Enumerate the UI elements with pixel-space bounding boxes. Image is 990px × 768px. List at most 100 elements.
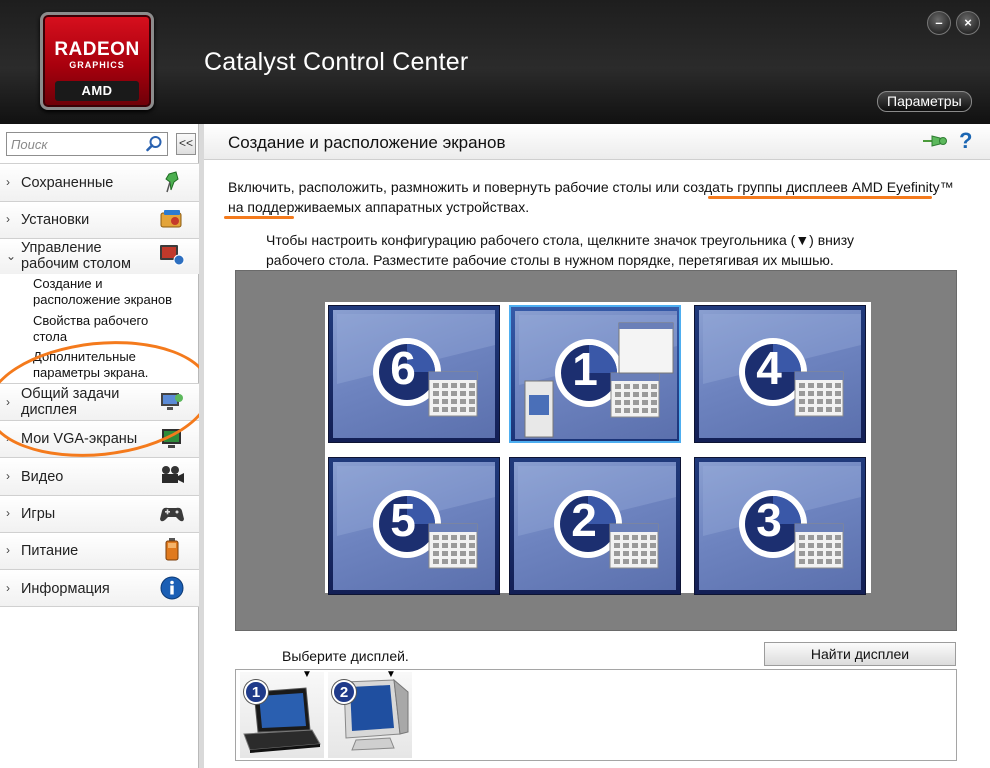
logo-subtitle: GRAPHICS bbox=[69, 60, 125, 70]
main-panel: Создание и расположение экранов ? Включи… bbox=[204, 124, 990, 768]
vga-monitor-icon bbox=[162, 429, 181, 448]
collapse-sidebar-button[interactable]: << bbox=[176, 133, 196, 155]
desktop-tile-5[interactable]: 5 bbox=[328, 457, 500, 595]
subitem-line: расположение экранов bbox=[33, 292, 173, 307]
desktop-tile-number: 5 bbox=[390, 494, 416, 546]
subitem-line: Дополнительные bbox=[33, 349, 136, 364]
minimize-button[interactable]: – bbox=[927, 11, 951, 35]
page-header: Создание и расположение экранов ? bbox=[204, 124, 990, 160]
sidebar-item-label: Общий задачи дисплея bbox=[21, 386, 119, 418]
desktop-tile-4[interactable]: 4 bbox=[694, 305, 866, 443]
pin-icon bbox=[165, 171, 179, 193]
chevron-right-icon: › bbox=[6, 581, 10, 595]
desktop-tile-number: 2 bbox=[571, 494, 597, 546]
parameters-button[interactable]: Параметры bbox=[877, 91, 972, 112]
sidebar-item-information[interactable]: › Информация bbox=[0, 569, 199, 607]
sidebar-item-desktop-management[interactable]: ⌄ Управление рабочим столом bbox=[0, 238, 199, 274]
sidebar-subitem-advanced-display[interactable]: Дополнительные параметры экрана. bbox=[33, 349, 148, 381]
battery-icon bbox=[165, 538, 179, 561]
desktop-tile-2[interactable]: 2 bbox=[509, 457, 681, 595]
subitem-line: параметры экрана. bbox=[33, 365, 149, 380]
desktop-tile-number: 1 bbox=[572, 343, 598, 395]
sidebar-item-presets[interactable]: › Установки bbox=[0, 201, 199, 238]
eyefinity-link[interactable]: создать группы дисплеев AMD Eyefinity™ bbox=[683, 179, 954, 195]
desktop-tile-number: 4 bbox=[756, 342, 782, 394]
desktop-tile-screen: 5 bbox=[333, 462, 495, 590]
chevron-right-icon: › bbox=[6, 543, 10, 557]
display-list: 1 ▼ 2 ▼ bbox=[235, 669, 957, 761]
chevron-right-icon: › bbox=[6, 212, 10, 226]
label-line: Управление bbox=[21, 240, 102, 256]
intro-prefix: Включить, расположить, размножить и пове… bbox=[228, 179, 684, 195]
sidebar-item-display-tasks[interactable]: › Общий задачи дисплея bbox=[0, 383, 199, 420]
close-button[interactable]: × bbox=[956, 11, 980, 35]
desktop-arrangement-area: 6 1 4 5 2 3 bbox=[235, 270, 957, 631]
desktop-tile-screen: 6 bbox=[333, 310, 495, 438]
select-display-label: Выберите дисплей. bbox=[282, 648, 409, 664]
sidebar-item-label: Управление рабочим столом bbox=[21, 240, 131, 272]
sidebar-item-vga-screens[interactable]: › Мои VGA-экраны bbox=[0, 420, 199, 457]
desktop-tile-screen: 2 bbox=[514, 462, 676, 590]
title-bar: RADEON GRAPHICS AMD Catalyst Control Cen… bbox=[0, 0, 990, 124]
instructions-text: Чтобы настроить конфигурацию рабочего ст… bbox=[266, 230, 966, 270]
display-number-badge: 2 bbox=[332, 680, 356, 704]
sidebar-item-saved[interactable]: › Сохраненные bbox=[0, 163, 199, 201]
instructions-line: рабочего стола. Разместите рабочие столы… bbox=[266, 252, 834, 268]
orange-underline-annotation bbox=[224, 216, 294, 219]
desktop-tile-screen: 4 bbox=[699, 310, 861, 438]
desktop-tile-6[interactable]: 6 bbox=[328, 305, 500, 443]
intro-suffix: на поддерживаемых аппаратных устройствах… bbox=[228, 199, 530, 215]
sidebar-item-label: Питание bbox=[21, 543, 79, 559]
presets-icon bbox=[160, 210, 182, 228]
sidebar-item-label: Информация bbox=[21, 581, 110, 597]
chevron-right-icon: › bbox=[6, 506, 10, 520]
radeon-logo: RADEON GRAPHICS AMD bbox=[40, 12, 154, 110]
desktop-tile-screen: 3 bbox=[699, 462, 861, 590]
desktop-tile-1[interactable]: 1 bbox=[509, 305, 681, 443]
logo-brand: RADEON bbox=[54, 39, 140, 60]
subitem-line: Свойства рабочего bbox=[33, 313, 149, 328]
sidebar-item-label: Сохраненные bbox=[21, 175, 114, 191]
display-card-monitor[interactable]: 2 ▼ bbox=[328, 669, 412, 758]
find-displays-button[interactable]: Найти дисплеи bbox=[764, 642, 956, 666]
chevron-right-icon: › bbox=[6, 431, 10, 445]
gamepad-icon bbox=[160, 507, 184, 522]
search-icon[interactable] bbox=[145, 135, 163, 153]
label-line: дисплея bbox=[21, 402, 78, 418]
label-line: Общий задачи bbox=[21, 386, 120, 402]
sidebar-item-label: Установки bbox=[21, 212, 90, 228]
sidebar-item-label: Видео bbox=[21, 469, 64, 485]
pin-page-icon[interactable] bbox=[922, 132, 948, 150]
sidebar-item-power[interactable]: › Питание bbox=[0, 532, 199, 569]
instructions-line: Чтобы настроить конфигурацию рабочего ст… bbox=[266, 232, 854, 248]
search-input[interactable] bbox=[11, 136, 146, 152]
subitem-line: Создание и bbox=[33, 276, 103, 291]
search-box[interactable] bbox=[6, 132, 168, 156]
desktop-tile-3[interactable]: 3 bbox=[694, 457, 866, 595]
logo-maker: AMD bbox=[55, 81, 139, 101]
subitem-line: стола bbox=[33, 329, 68, 344]
display-tasks-icon bbox=[161, 393, 183, 410]
desktop-management-icon bbox=[160, 245, 185, 266]
display-card-laptop[interactable]: 1 ▼ bbox=[240, 669, 324, 758]
sidebar-item-label: Игры bbox=[21, 506, 56, 522]
chevron-down-icon: ⌄ bbox=[6, 249, 17, 263]
help-icon[interactable]: ? bbox=[959, 128, 972, 154]
sidebar-item-label: Мои VGA-экраны bbox=[21, 431, 138, 447]
video-camera-icon bbox=[162, 466, 184, 483]
display-number-badge: 1 bbox=[244, 680, 268, 704]
desktop-tile-screen: 1 bbox=[515, 311, 677, 439]
sidebar-subitem-desktop-properties[interactable]: Свойства рабочего стола bbox=[33, 313, 148, 345]
desktop-tile-number: 6 bbox=[390, 342, 416, 394]
display-menu-arrow[interactable]: ▼ bbox=[386, 669, 396, 680]
label-line: рабочим столом bbox=[21, 256, 131, 272]
sidebar-item-games[interactable]: › Игры bbox=[0, 495, 199, 532]
sidebar-item-video[interactable]: › Видео bbox=[0, 457, 199, 495]
info-icon bbox=[160, 576, 184, 600]
orange-underline-annotation bbox=[708, 196, 932, 199]
chevron-right-icon: › bbox=[6, 395, 10, 409]
chevron-right-icon: › bbox=[6, 175, 10, 189]
sidebar-subitem-create-arrange[interactable]: Создание и расположение экранов bbox=[33, 276, 172, 308]
display-menu-arrow[interactable]: ▼ bbox=[302, 669, 312, 680]
page-title: Создание и расположение экранов bbox=[228, 133, 506, 152]
